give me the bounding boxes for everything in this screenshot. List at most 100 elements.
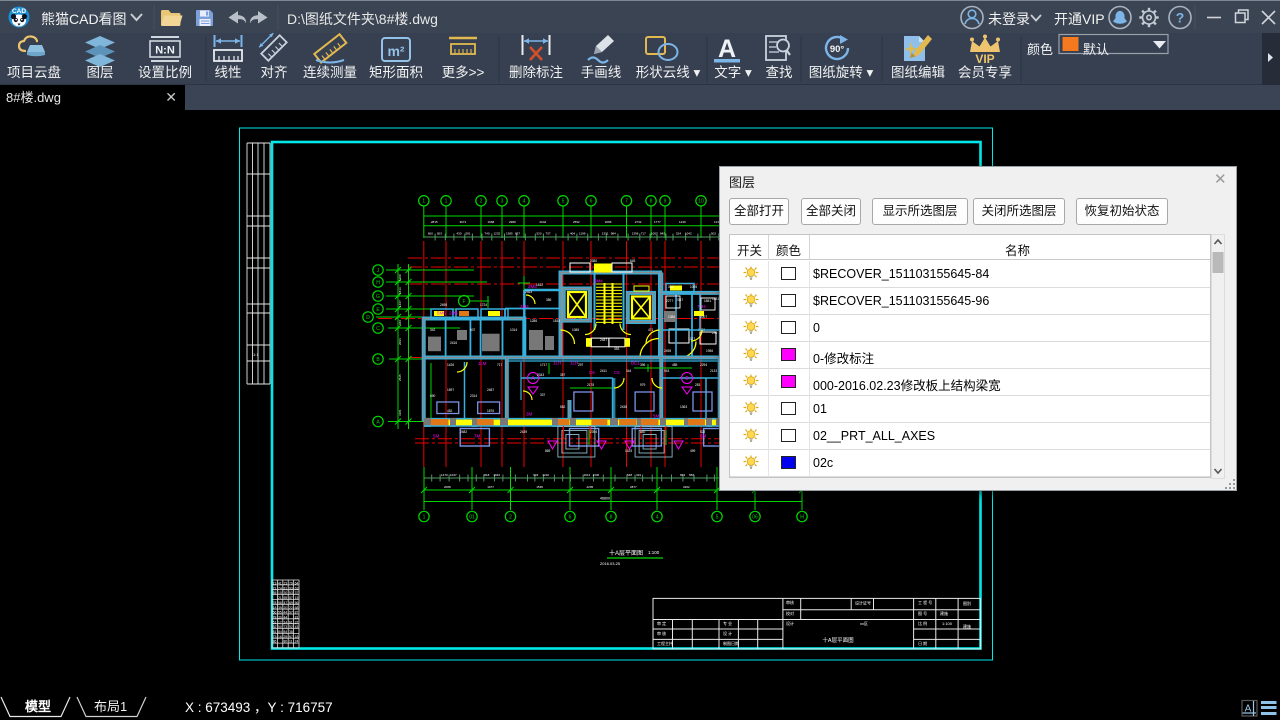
- svg-text:90°: 90°: [830, 44, 845, 55]
- svg-text:550: 550: [689, 473, 694, 477]
- svg-text:84: 84: [284, 630, 288, 634]
- svg-text:5: 5: [562, 199, 565, 205]
- svg-text:2439: 2439: [520, 430, 527, 434]
- svg-text:17: 17: [278, 620, 282, 624]
- svg-text:84: 84: [278, 630, 282, 634]
- svg-text:审核: 审核: [786, 599, 794, 605]
- svg-text:1597: 1597: [447, 388, 454, 392]
- svg-text:1363: 1363: [680, 405, 687, 409]
- svg-text:制图日期: 制图日期: [723, 640, 739, 646]
- svg-text:2094: 2094: [398, 338, 402, 345]
- svg-text:1536: 1536: [536, 485, 543, 489]
- svg-text:A: A: [718, 35, 736, 63]
- svg-text:1199: 1199: [579, 232, 586, 236]
- svg-text:X : 673493 ，Y : 716757: X : 673493 ，Y : 716757: [185, 700, 333, 715]
- svg-text:JLM: JLM: [478, 361, 487, 366]
- svg-text:1:100: 1:100: [942, 621, 953, 626]
- svg-text:1007: 1007: [651, 232, 658, 236]
- svg-text:78: 78: [273, 601, 277, 605]
- svg-text:64: 64: [295, 582, 299, 586]
- svg-text:4: 4: [523, 199, 526, 205]
- svg-text:1042: 1042: [685, 232, 692, 236]
- svg-text:2877: 2877: [630, 485, 637, 489]
- svg-text:2178: 2178: [587, 383, 594, 387]
- svg-text:47: 47: [284, 601, 288, 605]
- svg-text:2416: 2416: [450, 341, 457, 345]
- svg-text:303: 303: [668, 285, 674, 289]
- svg-text:61: 61: [289, 620, 293, 624]
- svg-text:2343: 2343: [537, 373, 544, 377]
- svg-text:44: 44: [284, 611, 288, 615]
- svg-text:46800: 46800: [600, 497, 610, 501]
- svg-text:3202: 3202: [683, 485, 690, 489]
- svg-text:18: 18: [295, 635, 299, 639]
- svg-text:471: 471: [648, 328, 654, 332]
- svg-text:58: 58: [278, 601, 282, 605]
- svg-text:6: 6: [590, 199, 593, 205]
- svg-text:图 号: 图 号: [918, 610, 927, 616]
- svg-text:68: 68: [295, 606, 299, 610]
- svg-text:2M6: 2M6: [449, 311, 458, 316]
- svg-text:2086: 2086: [605, 220, 612, 224]
- svg-text:5M: 5M: [700, 434, 707, 439]
- svg-text:41: 41: [278, 582, 282, 586]
- svg-text:63: 63: [295, 586, 299, 590]
- svg-text:1851: 1851: [704, 299, 711, 303]
- svg-text:1: 1: [422, 199, 425, 205]
- svg-text:419: 419: [636, 473, 641, 477]
- svg-text:55: 55: [278, 611, 282, 615]
- svg-text:校对: 校对: [786, 610, 794, 616]
- svg-text:2294: 2294: [700, 363, 707, 367]
- svg-text:548: 548: [627, 473, 632, 477]
- svg-text:7M: 7M: [474, 434, 481, 439]
- svg-text:943: 943: [664, 369, 670, 373]
- svg-text:2016.03.25: 2016.03.25: [600, 561, 621, 566]
- svg-text:97: 97: [289, 611, 293, 615]
- svg-text:946: 946: [398, 320, 402, 325]
- svg-text:5M: 5M: [653, 414, 660, 419]
- svg-text:m²: m²: [387, 43, 404, 59]
- svg-text:1286: 1286: [530, 319, 537, 323]
- svg-text:44: 44: [284, 616, 288, 620]
- svg-text:设计: 设计: [786, 620, 794, 626]
- svg-text:1043: 1043: [493, 473, 500, 477]
- svg-text:1: 1: [423, 514, 426, 520]
- svg-text:30: 30: [284, 591, 288, 595]
- svg-text:43: 43: [295, 625, 299, 629]
- svg-text:1396: 1396: [632, 232, 639, 236]
- svg-text:1816: 1816: [553, 319, 560, 323]
- svg-text:2277: 2277: [666, 299, 673, 303]
- svg-text:?: ?: [1176, 10, 1185, 26]
- svg-text:2295: 2295: [587, 485, 594, 489]
- svg-text:869: 869: [545, 449, 551, 453]
- svg-text:2487: 2487: [600, 338, 607, 342]
- svg-text:1005: 1005: [690, 285, 697, 289]
- svg-text:工 程 号: 工 程 号: [918, 599, 932, 605]
- svg-text:21: 21: [273, 586, 277, 590]
- svg-text:1210: 1210: [542, 473, 549, 477]
- svg-text:22: 22: [289, 606, 293, 610]
- svg-text:353: 353: [614, 347, 620, 351]
- svg-text:717: 717: [497, 363, 503, 367]
- svg-text:6: 6: [569, 514, 572, 520]
- svg-text:37: 37: [295, 591, 299, 595]
- svg-text:430: 430: [457, 232, 462, 236]
- svg-text:80: 80: [284, 640, 288, 644]
- svg-text:1467: 1467: [398, 300, 402, 307]
- svg-text:布局1: 布局1: [94, 699, 127, 714]
- svg-text:984: 984: [611, 232, 616, 236]
- svg-text:2380: 2380: [590, 259, 597, 263]
- svg-text:2133: 2133: [710, 369, 717, 373]
- svg-text:10: 10: [698, 199, 704, 205]
- svg-text:23: 23: [284, 582, 288, 586]
- svg-text:N:N: N:N: [155, 45, 175, 57]
- svg-text:2989: 2989: [509, 220, 516, 224]
- svg-text:87: 87: [295, 611, 299, 615]
- svg-text:3671: 3671: [460, 220, 467, 224]
- svg-text:297: 297: [578, 363, 584, 367]
- svg-text:2815: 2815: [431, 220, 438, 224]
- svg-text:11: 11: [289, 640, 293, 644]
- svg-text:C6: C6: [614, 370, 620, 375]
- svg-text:5: 5: [716, 514, 719, 520]
- svg-text:2498: 2498: [664, 349, 671, 353]
